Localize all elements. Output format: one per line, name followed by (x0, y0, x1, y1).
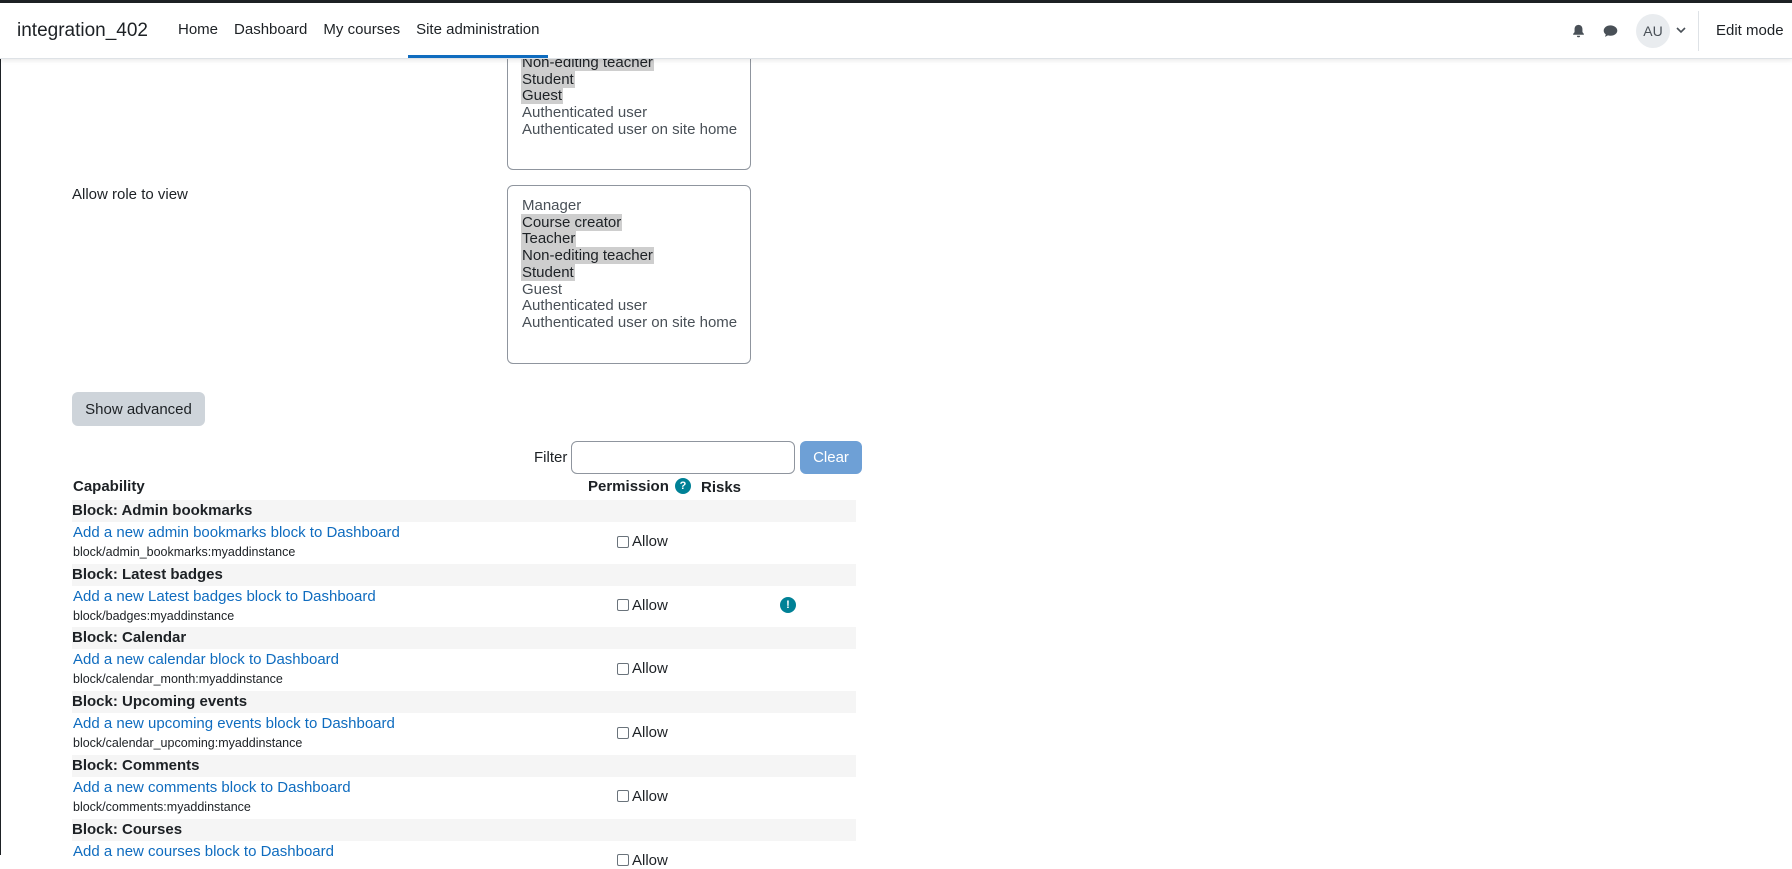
permission-allow: Allow (617, 788, 668, 805)
role-option[interactable]: Student (521, 70, 737, 89)
role-option[interactable]: Guest (521, 87, 737, 105)
allow-label: Allow (632, 533, 668, 550)
role-option[interactable]: Guest (521, 280, 737, 299)
capability-link[interactable]: Add a new courses block to Dashboard (73, 843, 334, 860)
role-option-label: Manager (522, 197, 582, 214)
window-left-edge (0, 0, 1, 855)
allow-checkbox[interactable] (617, 854, 629, 866)
capability-group-header: Block: Upcoming events (72, 691, 856, 714)
notifications-bell-icon[interactable] (1562, 15, 1594, 47)
primary-nav: Home Dashboard My courses Site administr… (170, 3, 548, 58)
role-option-label: Course creator (521, 213, 623, 231)
role-option[interactable]: Manager (521, 197, 737, 215)
role-option-label: Teacher (521, 230, 577, 248)
permission-allow: Allow (617, 724, 668, 741)
capability-code: block/badges:myaddinstance (73, 608, 235, 623)
capability-group-header: Block: Courses (72, 818, 856, 841)
capability-code: block/calendar_upcoming:myaddinstance (73, 736, 303, 751)
permission-header: Permission (588, 478, 669, 495)
allow-checkbox[interactable] (617, 535, 629, 548)
user-avatar[interactable]: AU (1636, 13, 1670, 48)
capability-group-header: Block: Admin bookmarks (72, 500, 856, 522)
user-nav: AU Edit mode (1562, 3, 1792, 58)
role-option-label: Student (521, 263, 575, 281)
capability-group-header: Block: Latest badges (72, 563, 856, 586)
capability-code: block/calendar_month:myaddinstance (73, 672, 283, 687)
role-option[interactable]: Course creator (521, 213, 737, 232)
allow-view-label: Allow role to view (72, 186, 188, 203)
nav-home[interactable]: Home (170, 3, 226, 58)
allow-label: Allow (632, 787, 668, 805)
capability-link[interactable]: Add a new admin bookmarks block to Dashb… (73, 524, 400, 541)
nav-my-courses[interactable]: My courses (315, 3, 408, 58)
capability-code: block/admin_bookmarks:myaddinstance (73, 545, 296, 559)
messages-chat-icon[interactable] (1594, 15, 1626, 47)
role-option-label: Authenticated user (522, 297, 648, 315)
allow-checkbox[interactable] (617, 662, 629, 675)
user-menu-chevron-down-icon[interactable] (1676, 27, 1686, 34)
permission-allow: Allow (617, 660, 668, 677)
allow-checkbox[interactable] (617, 726, 629, 739)
role-option[interactable]: Teacher (521, 230, 737, 248)
role-option[interactable]: Authenticated user on site home (521, 120, 738, 139)
role-option[interactable]: Authenticated user on site home (521, 313, 738, 332)
allow-label: Allow (632, 596, 668, 614)
role-option-label: Guest (522, 280, 563, 298)
top-navbar: integration_402 Home Dashboard My course… (0, 3, 1792, 59)
site-name[interactable]: integration_402 (17, 20, 148, 42)
allow-checkbox[interactable] (617, 599, 629, 612)
allow-view-listbox[interactable]: Manager Course creator Teacher Non-editing … (507, 185, 751, 364)
nav-dashboard[interactable]: Dashboard (226, 3, 315, 58)
capability-group-header: Block: Comments (72, 754, 856, 777)
permission-allow: Allow (617, 852, 668, 869)
role-option-label: Non-editing teacher (521, 247, 654, 265)
role-option[interactable]: Authenticated user (521, 104, 737, 122)
allow-label: Allow (632, 851, 668, 869)
role-option-label: Authenticated user on site home (522, 120, 738, 138)
risks-header: Risks (701, 479, 742, 496)
role-option-label: Guest (521, 87, 564, 105)
clear-filter-button[interactable]: Clear (800, 441, 862, 474)
allow-label: Allow (632, 660, 668, 678)
role-option[interactable]: Authenticated user (521, 297, 737, 315)
role-option-label: Authenticated user on site home (522, 313, 738, 331)
capability-code: block/comments:myaddinstance (73, 799, 251, 814)
capability-link[interactable]: Add a new calendar block to Dashboard (73, 651, 339, 668)
capability-link[interactable]: Add a new comments block to Dashboard (73, 779, 351, 796)
filter-input[interactable] (571, 441, 795, 474)
permission-allow: Allow (617, 533, 668, 550)
main-content: Non-editing teacher Student Guest Authentic… (0, 0, 1792, 869)
capability-link[interactable]: Add a new upcoming events block to Dashb… (73, 715, 395, 732)
allow-label: Allow (632, 724, 668, 742)
role-option-label: Authenticated user (522, 104, 648, 122)
capability-group-header: Block: Calendar (72, 627, 856, 650)
help-icon[interactable]: ? (675, 478, 691, 494)
risk-warning-icon[interactable]: ! (780, 596, 796, 613)
role-option[interactable]: Non-editing teacher (521, 247, 737, 265)
role-option-label: Student (521, 70, 575, 88)
permission-allow: Allow (617, 597, 668, 614)
role-option[interactable]: Student (521, 263, 737, 282)
capability-link[interactable]: Add a new Latest badges block to Dashboa… (73, 588, 376, 605)
filter-label: Filter (534, 449, 568, 466)
allow-checkbox[interactable] (617, 790, 629, 803)
edit-mode-toggle[interactable]: Edit mode (1699, 22, 1792, 39)
show-advanced-button[interactable]: Show advanced (72, 392, 205, 426)
nav-site-administration[interactable]: Site administration (408, 3, 548, 58)
capability-header: Capability (73, 478, 145, 495)
